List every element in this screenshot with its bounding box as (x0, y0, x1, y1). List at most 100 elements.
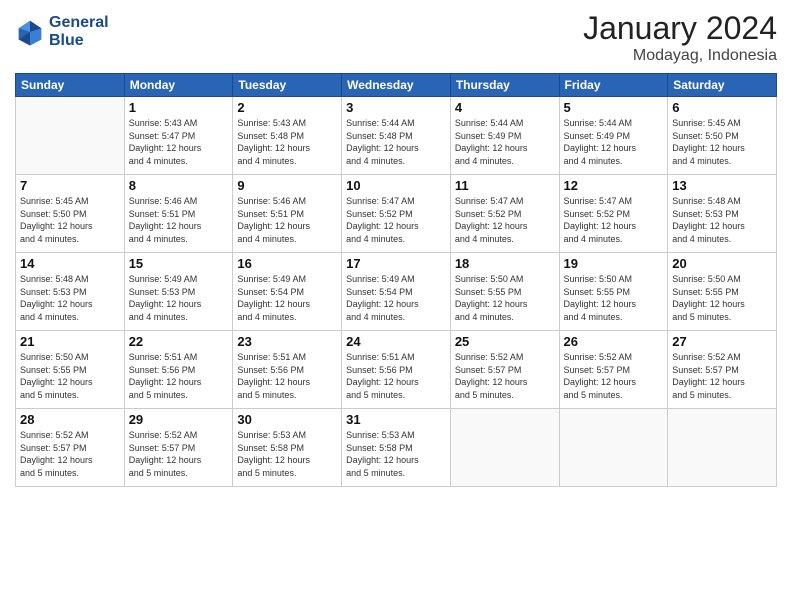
day-cell: 7Sunrise: 5:45 AM Sunset: 5:50 PM Daylig… (16, 175, 125, 253)
week-row-4: 21 Sunrise: 5:50 AM Sunset: 5:55 PM Dayli… (16, 331, 777, 409)
day-number: 29 (129, 412, 229, 427)
day-number: 27 (672, 334, 772, 349)
calendar-table: Sunday Monday Tuesday Wednesday Thursday… (15, 73, 777, 487)
day-cell: 2 Sunrise: 5:43 AM Sunset: 5:48 PM Daylig… (233, 97, 342, 175)
day-number: 26 (564, 334, 664, 349)
logo-text-line2: Blue (49, 32, 109, 50)
day-info: Sunrise: 5:50 AM Sunset: 5:55 PM Dayligh… (564, 273, 664, 323)
day-info: Sunrise: 5:52 AM Sunset: 5:57 PM Dayligh… (20, 429, 120, 479)
day-cell: 12 Sunrise: 5:47 AM Sunset: 5:52 PM Dayli… (559, 175, 668, 253)
day-number: 17 (346, 256, 446, 271)
day-cell: 20Sunrise: 5:50 AM Sunset: 5:55 PM Dayli… (668, 253, 777, 331)
day-info: Sunrise: 5:52 AM Sunset: 5:57 PM Dayligh… (564, 351, 664, 401)
col-tuesday: Tuesday (233, 74, 342, 97)
day-number: 12 (564, 178, 664, 193)
page: General Blue January 2024 Modayag, Indon… (0, 0, 792, 612)
day-info: Sunrise: 5:43 AM Sunset: 5:47 PM Dayligh… (129, 117, 229, 167)
day-number: 10 (346, 178, 446, 193)
col-friday: Friday (559, 74, 668, 97)
day-cell: 24 Sunrise: 5:51 AM Sunset: 5:56 PM Dayli… (342, 331, 451, 409)
day-info: Sunrise: 5:52 AM Sunset: 5:57 PM Dayligh… (455, 351, 555, 401)
day-info: Sunrise: 5:52 AM Sunset: 5:57 PM Dayligh… (672, 351, 772, 401)
day-info: Sunrise: 5:48 AM Sunset: 5:53 PM Dayligh… (672, 195, 772, 245)
header: General Blue January 2024 Modayag, Indon… (15, 10, 777, 65)
week-row-2: 7Sunrise: 5:45 AM Sunset: 5:50 PM Daylig… (16, 175, 777, 253)
day-info: Sunrise: 5:47 AM Sunset: 5:52 PM Dayligh… (564, 195, 664, 245)
day-number: 24 (346, 334, 446, 349)
day-info: Sunrise: 5:51 AM Sunset: 5:56 PM Dayligh… (129, 351, 229, 401)
day-cell: 8 Sunrise: 5:46 AM Sunset: 5:51 PM Daylig… (124, 175, 233, 253)
month-year: January 2024 (583, 10, 777, 47)
day-info: Sunrise: 5:52 AM Sunset: 5:57 PM Dayligh… (129, 429, 229, 479)
day-cell: 10 Sunrise: 5:47 AM Sunset: 5:52 PM Dayli… (342, 175, 451, 253)
col-sunday: Sunday (16, 74, 125, 97)
day-number: 22 (129, 334, 229, 349)
day-cell: 4 Sunrise: 5:44 AM Sunset: 5:49 PM Daylig… (450, 97, 559, 175)
day-number: 9 (237, 178, 337, 193)
day-cell (450, 409, 559, 487)
title-block: January 2024 Modayag, Indonesia (583, 10, 777, 65)
day-info: Sunrise: 5:43 AM Sunset: 5:48 PM Dayligh… (237, 117, 337, 167)
day-number: 3 (346, 100, 446, 115)
day-info: Sunrise: 5:50 AM Sunset: 5:55 PM Dayligh… (455, 273, 555, 323)
day-cell: 13 Sunrise: 5:48 AM Sunset: 5:53 PM Dayli… (668, 175, 777, 253)
day-cell: 3 Sunrise: 5:44 AM Sunset: 5:48 PM Daylig… (342, 97, 451, 175)
day-number: 15 (129, 256, 229, 271)
day-cell (16, 97, 125, 175)
day-number: 4 (455, 100, 555, 115)
day-info: Sunrise: 5:47 AM Sunset: 5:52 PM Dayligh… (346, 195, 446, 245)
week-row-1: 1 Sunrise: 5:43 AM Sunset: 5:47 PM Daylig… (16, 97, 777, 175)
day-cell: 30Sunrise: 5:53 AM Sunset: 5:58 PM Dayli… (233, 409, 342, 487)
day-cell: 26 Sunrise: 5:52 AM Sunset: 5:57 PM Dayli… (559, 331, 668, 409)
location: Modayag, Indonesia (583, 47, 777, 65)
day-number: 13 (672, 178, 772, 193)
day-info: Sunrise: 5:46 AM Sunset: 5:51 PM Dayligh… (237, 195, 337, 245)
day-cell: 6 Sunrise: 5:45 AM Sunset: 5:50 PM Daylig… (668, 97, 777, 175)
day-number: 16 (237, 256, 337, 271)
day-info: Sunrise: 5:44 AM Sunset: 5:49 PM Dayligh… (564, 117, 664, 167)
day-cell: 5Sunrise: 5:44 AM Sunset: 5:49 PM Daylig… (559, 97, 668, 175)
day-cell: 25 Sunrise: 5:52 AM Sunset: 5:57 PM Dayli… (450, 331, 559, 409)
logo-text-line1: General (49, 14, 109, 32)
day-cell: 18Sunrise: 5:50 AM Sunset: 5:55 PM Dayli… (450, 253, 559, 331)
day-cell: 14Sunrise: 5:48 AM Sunset: 5:53 PM Dayli… (16, 253, 125, 331)
day-cell: 23Sunrise: 5:51 AM Sunset: 5:56 PM Dayli… (233, 331, 342, 409)
header-row: Sunday Monday Tuesday Wednesday Thursday… (16, 74, 777, 97)
day-number: 2 (237, 100, 337, 115)
week-row-3: 14Sunrise: 5:48 AM Sunset: 5:53 PM Dayli… (16, 253, 777, 331)
day-info: Sunrise: 5:49 AM Sunset: 5:54 PM Dayligh… (346, 273, 446, 323)
day-cell: 9 Sunrise: 5:46 AM Sunset: 5:51 PM Daylig… (233, 175, 342, 253)
day-info: Sunrise: 5:44 AM Sunset: 5:49 PM Dayligh… (455, 117, 555, 167)
day-info: Sunrise: 5:51 AM Sunset: 5:56 PM Dayligh… (346, 351, 446, 401)
day-number: 30 (237, 412, 337, 427)
day-info: Sunrise: 5:46 AM Sunset: 5:51 PM Dayligh… (129, 195, 229, 245)
day-info: Sunrise: 5:45 AM Sunset: 5:50 PM Dayligh… (20, 195, 120, 245)
day-info: Sunrise: 5:48 AM Sunset: 5:53 PM Dayligh… (20, 273, 120, 323)
day-number: 6 (672, 100, 772, 115)
day-cell: 21 Sunrise: 5:50 AM Sunset: 5:55 PM Dayli… (16, 331, 125, 409)
day-info: Sunrise: 5:50 AM Sunset: 5:55 PM Dayligh… (672, 273, 772, 323)
col-thursday: Thursday (450, 74, 559, 97)
day-number: 8 (129, 178, 229, 193)
day-info: Sunrise: 5:50 AM Sunset: 5:55 PM Dayligh… (20, 351, 120, 401)
logo-icon (15, 17, 45, 47)
day-cell: 19Sunrise: 5:50 AM Sunset: 5:55 PM Dayli… (559, 253, 668, 331)
col-monday: Monday (124, 74, 233, 97)
day-info: Sunrise: 5:47 AM Sunset: 5:52 PM Dayligh… (455, 195, 555, 245)
day-number: 1 (129, 100, 229, 115)
day-cell (668, 409, 777, 487)
day-number: 21 (20, 334, 120, 349)
day-info: Sunrise: 5:45 AM Sunset: 5:50 PM Dayligh… (672, 117, 772, 167)
day-cell: 11Sunrise: 5:47 AM Sunset: 5:52 PM Dayli… (450, 175, 559, 253)
day-cell: 17 Sunrise: 5:49 AM Sunset: 5:54 PM Dayli… (342, 253, 451, 331)
day-cell: 31Sunrise: 5:53 AM Sunset: 5:58 PM Dayli… (342, 409, 451, 487)
day-info: Sunrise: 5:51 AM Sunset: 5:56 PM Dayligh… (237, 351, 337, 401)
col-saturday: Saturday (668, 74, 777, 97)
day-info: Sunrise: 5:53 AM Sunset: 5:58 PM Dayligh… (346, 429, 446, 479)
day-number: 25 (455, 334, 555, 349)
day-cell: 22 Sunrise: 5:51 AM Sunset: 5:56 PM Dayli… (124, 331, 233, 409)
day-cell: 27 Sunrise: 5:52 AM Sunset: 5:57 PM Dayli… (668, 331, 777, 409)
day-number: 28 (20, 412, 120, 427)
day-cell: 16Sunrise: 5:49 AM Sunset: 5:54 PM Dayli… (233, 253, 342, 331)
day-info: Sunrise: 5:44 AM Sunset: 5:48 PM Dayligh… (346, 117, 446, 167)
